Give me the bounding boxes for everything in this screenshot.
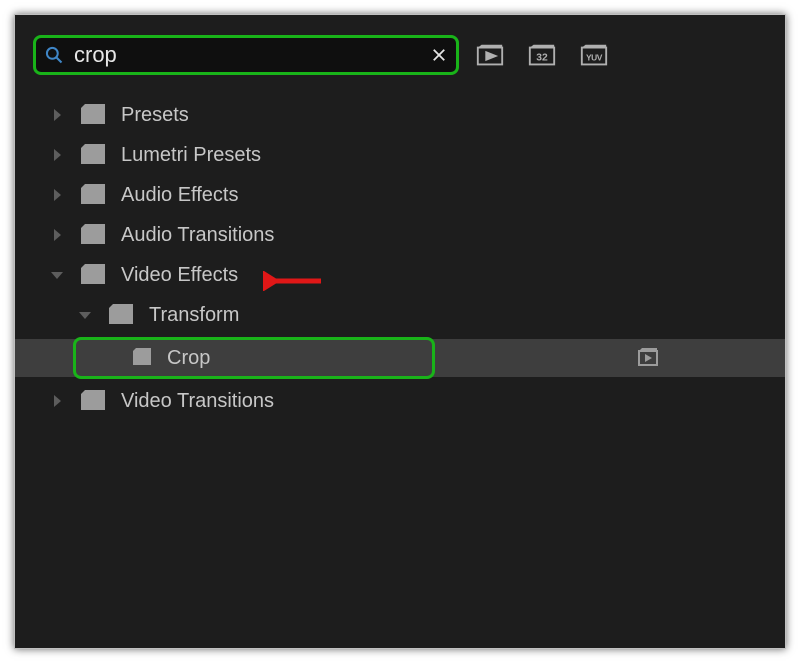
tree-item-label: Video Transitions (121, 390, 274, 413)
clear-icon[interactable] (430, 46, 448, 64)
search-box[interactable] (33, 35, 459, 75)
accelerated-badge-icon (637, 347, 659, 369)
folder-icon (79, 264, 107, 286)
presets-folder-icon (79, 104, 107, 126)
chevron-down-icon (77, 307, 93, 323)
effect-icon (131, 347, 153, 369)
chevron-right-icon (49, 187, 65, 203)
top-row: 32 32 YUV (15, 15, 785, 79)
svg-text:YUV: YUV (586, 53, 603, 63)
chevron-right-icon (49, 393, 65, 409)
tree-item-presets[interactable]: Presets (15, 95, 785, 135)
search-icon (44, 45, 64, 65)
filter-icons: 32 32 YUV (475, 41, 609, 71)
tree-item-label: Crop (167, 347, 210, 370)
tree-item-label: Transform (149, 304, 239, 327)
accelerated-effects-icon[interactable] (475, 41, 505, 71)
effects-panel: 32 32 YUV (14, 14, 786, 649)
tree-item-video-transitions[interactable]: Video Transitions (15, 381, 785, 421)
chevron-right-icon (49, 107, 65, 123)
tree-item-label: Presets (121, 104, 189, 127)
search-input[interactable] (74, 42, 430, 68)
tree-item-label: Video Effects (121, 264, 238, 287)
chevron-right-icon (49, 147, 65, 163)
tree-item-video-effects[interactable]: Video Effects (15, 255, 785, 295)
tree-item-lumetri-presets[interactable]: Lumetri Presets (15, 135, 785, 175)
chevron-right-icon (49, 227, 65, 243)
annotation-highlight-crop (73, 337, 435, 379)
folder-icon (79, 184, 107, 206)
folder-icon (79, 224, 107, 246)
tree-item-transform[interactable]: Transform (15, 295, 785, 335)
tree-item-label: Lumetri Presets (121, 144, 261, 167)
yuv-icon[interactable]: YUV (579, 41, 609, 71)
tree-item-label: Audio Transitions (121, 224, 274, 247)
svg-text:32: 32 (536, 53, 548, 64)
tree-item-audio-effects[interactable]: Audio Effects (15, 175, 785, 215)
folder-icon (79, 390, 107, 412)
presets-folder-icon (79, 144, 107, 166)
tree-item-crop[interactable]: Crop (15, 339, 785, 377)
tree-item-label: Audio Effects (121, 184, 238, 207)
tree-item-audio-transitions[interactable]: Audio Transitions (15, 215, 785, 255)
folder-icon (107, 304, 135, 326)
effects-tree: Presets Lumetri Presets (15, 95, 785, 421)
chevron-down-icon (49, 267, 65, 283)
32-bit-icon[interactable]: 32 32 (527, 41, 557, 71)
